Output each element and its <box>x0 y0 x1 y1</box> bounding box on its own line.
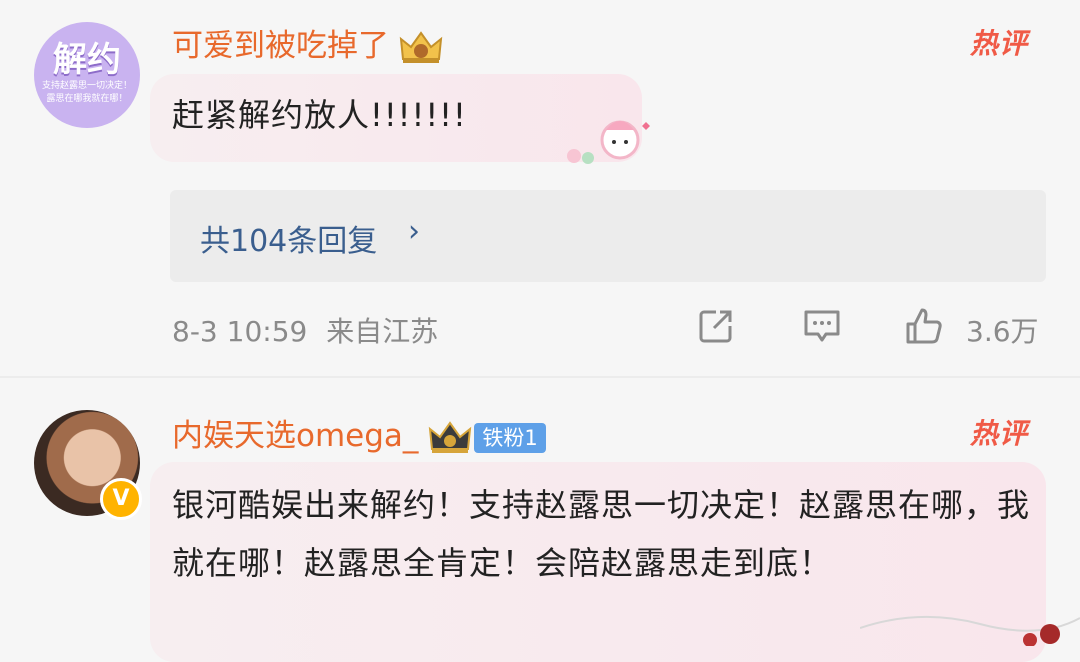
timestamp: 8-3 10:59 <box>172 315 308 348</box>
comment-card: 解约 支持赵露思一切决定！露思在哪我就在哪！ 可爱到被吃掉了 热评 赶紧解约放人… <box>0 0 1080 376</box>
share-icon[interactable] <box>696 306 736 350</box>
verified-badge: V <box>100 478 142 520</box>
chevron-right-icon: › <box>408 214 420 249</box>
comment-icon[interactable] <box>802 306 842 350</box>
username-label: 可爱到被吃掉了 <box>172 28 389 64</box>
avatar[interactable]: 解约 支持赵露思一切决定！露思在哪我就在哪！ <box>34 22 140 128</box>
username-label: 内娱天选omega_ <box>172 418 419 454</box>
hot-comment-badge: 热评 <box>969 27 1028 60</box>
comment-text: 赶紧解约放人!!!!!!! <box>172 96 467 134</box>
avatar-title: 解约 <box>53 40 121 80</box>
hot-comment-badge: 热评 <box>969 417 1028 450</box>
username[interactable]: 可爱到被吃掉了 <box>172 20 443 65</box>
crown-icon <box>428 420 472 455</box>
username[interactable]: 内娱天选omega_ 铁粉1 <box>172 410 546 455</box>
rose-decoration-icon <box>860 615 1080 646</box>
crown-icon <box>399 30 443 65</box>
replies-label: 共104条回复 <box>200 224 378 259</box>
comment-meta: 8-3 10:59 来自江苏 <box>172 310 438 350</box>
melody-sticker <box>560 112 656 172</box>
avatar-caption: 支持赵露思一切决定！露思在哪我就在哪！ <box>42 81 133 104</box>
replies-button[interactable]: 共104条回复 › <box>170 190 1046 282</box>
like-count: 3.6万 <box>966 315 1039 348</box>
location: 来自江苏 <box>326 315 439 348</box>
comment-text: 银河酷娱出来解约！支持赵露思一切决定！赵露思在哪，我就在哪！赵露思全肯定！会陪赵… <box>172 486 1031 582</box>
like-icon[interactable] <box>904 306 944 350</box>
fan-badge: 铁粉1 <box>474 422 546 453</box>
